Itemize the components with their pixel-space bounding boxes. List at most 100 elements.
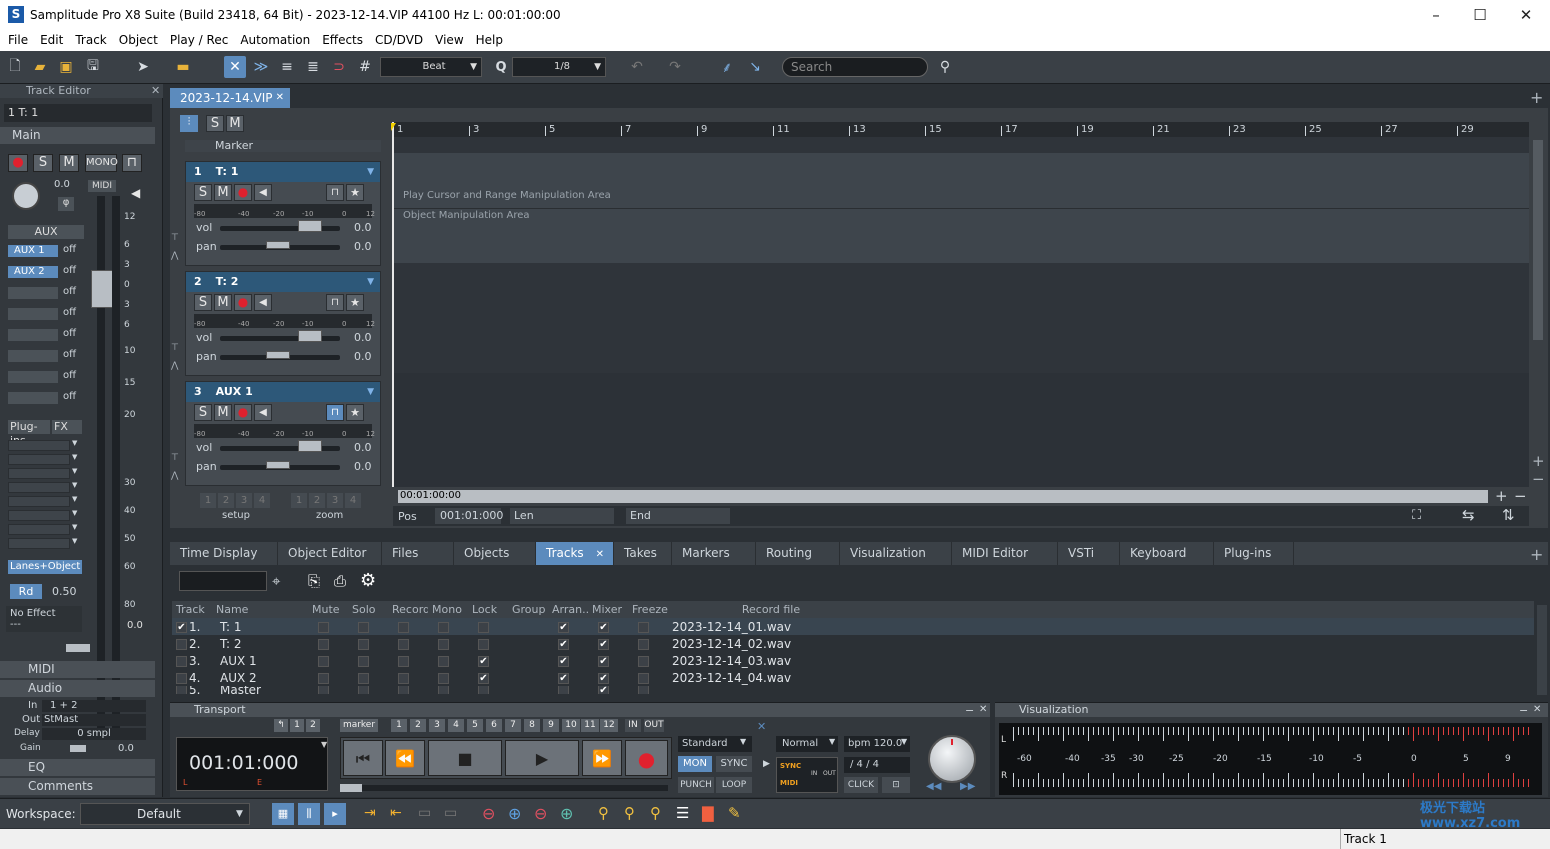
aux-send-slot[interactable] (8, 350, 58, 362)
track-selector[interactable]: 1 T: 1 (4, 104, 152, 122)
solo-button[interactable]: S (194, 184, 212, 201)
tab-files[interactable]: Files (382, 542, 454, 565)
tab-midi-editor[interactable]: MIDI Editor (952, 542, 1058, 565)
add-icon[interactable]: + (1530, 88, 1543, 107)
freeze-checkbox[interactable] (638, 655, 649, 667)
track-select-checkbox[interactable] (176, 686, 187, 694)
menu-automation[interactable]: Automation (234, 30, 316, 51)
lock-checkbox[interactable] (478, 638, 489, 650)
lanes-object-button[interactable]: Lanes+Object (8, 560, 82, 574)
mute-button[interactable]: M (214, 404, 232, 421)
column-header[interactable]: Freeze (628, 603, 668, 616)
table-row[interactable]: 5. Master ✔ (172, 686, 1534, 694)
midi-section-header[interactable]: MIDI (0, 661, 155, 678)
global-mute-button[interactable]: M (226, 115, 244, 132)
menu-object[interactable]: Object (113, 30, 164, 51)
record-checkbox[interactable] (398, 621, 409, 633)
global-solo-button[interactable]: S (206, 115, 224, 132)
table-row[interactable]: ✔ 1. T: 1 ✔ ✔ 2023-12-14_01.wav (172, 618, 1534, 635)
menu-cd-dvd[interactable]: CD/DVD (369, 30, 429, 51)
automation-icon[interactable]: ⊤ (171, 233, 179, 243)
vol-slider-track[interactable] (220, 446, 340, 451)
export-icon[interactable]: ⎙ (334, 572, 346, 590)
marker-4-icon[interactable]: ⊕ (560, 804, 573, 823)
mon-button[interactable]: MON (678, 756, 712, 772)
add-tab-icon[interactable]: + (1530, 545, 1543, 564)
undo-icon[interactable]: ↶ (626, 56, 648, 78)
marker-1-icon[interactable]: ⊖ (482, 804, 495, 823)
record-checkbox[interactable] (398, 672, 409, 684)
mono-checkbox[interactable] (438, 686, 449, 694)
mixer-checkbox[interactable]: ✔ (598, 638, 609, 650)
loop-button[interactable]: LOOP (716, 777, 752, 793)
lock-checkbox[interactable]: ✔ (478, 672, 489, 684)
column-header[interactable]: Mono (428, 603, 468, 616)
close-icon[interactable]: ✕ (596, 549, 604, 560)
marker-number-button[interactable]: 8 (524, 719, 540, 732)
mixer-icon[interactable]: ⫶ (180, 115, 198, 132)
pan-slider-knob[interactable] (266, 461, 290, 469)
star-icon[interactable]: ★ (346, 404, 364, 421)
marker-number-button[interactable]: 9 (543, 719, 559, 732)
swap-horizontal-icon[interactable]: ⇆ (1462, 506, 1475, 524)
return-icon[interactable]: ↰ (274, 719, 288, 732)
track-header-bar[interactable]: 1 T: 1 ▼ (186, 162, 380, 182)
marker-number-button[interactable]: 10 (562, 719, 580, 732)
marker-number-button[interactable]: 11 (581, 719, 599, 732)
import-icon[interactable]: ⎘ (308, 572, 320, 590)
aux-send-state[interactable]: off (63, 265, 76, 276)
vertical-scrollbar[interactable] (1533, 140, 1543, 340)
freeze-checkbox[interactable] (638, 621, 649, 633)
aux-send-state[interactable]: off (63, 349, 76, 360)
track-select-checkbox[interactable] (176, 638, 187, 650)
tab-tracks[interactable]: Tracks ✕ (536, 542, 614, 565)
speaker-icon[interactable]: ◀ (254, 404, 272, 421)
pointer-tool-icon[interactable]: ➤ (132, 56, 154, 78)
tab-markers[interactable]: Markers (672, 542, 756, 565)
column-header[interactable]: Mute (308, 603, 348, 616)
solo-button[interactable]: S (194, 294, 212, 311)
plugin-slot[interactable] (8, 524, 70, 535)
stop-button[interactable]: ■ (428, 740, 502, 776)
close-icon[interactable]: ✕ (979, 704, 987, 715)
column-header[interactable]: Arran... (548, 603, 588, 616)
star-icon[interactable]: ★ (346, 184, 364, 201)
save-icon[interactable]: 🖫 (82, 56, 104, 78)
table-row[interactable]: 3. AUX 1 ✔ ✔ ✔ 2023-12-14_03.wav (172, 652, 1534, 669)
solo-button[interactable]: S (194, 404, 212, 421)
track-header[interactable]: 2 T: 2 ▼ S M ● ◀ ⊓ ★ -80 -40 -20 -10 0 12 vol 0.0 pan 0.0 (185, 271, 381, 376)
lock-icon[interactable]: ⊓ (326, 294, 344, 311)
aux-send-state[interactable]: off (63, 286, 76, 297)
out-marker-button[interactable]: OUT (644, 719, 664, 732)
pen-icon[interactable]: ✎ (728, 804, 741, 822)
aux-send-state[interactable]: off (63, 370, 76, 381)
layout-2-icon[interactable]: ⫼ (298, 803, 320, 825)
record-arm-button[interactable]: ● (234, 404, 252, 421)
universal-mode-icon[interactable]: ✕ (224, 56, 246, 78)
mono-checkbox[interactable] (438, 672, 449, 684)
tempo-tool-icon[interactable]: ⸙ (716, 56, 738, 78)
layout-3-icon[interactable]: ▸ (324, 803, 346, 825)
marker-number-button[interactable]: 12 (600, 719, 618, 732)
column-header[interactable]: Record file (668, 603, 870, 616)
minimize-button[interactable]: – (1416, 4, 1456, 26)
solo-checkbox[interactable] (358, 655, 369, 667)
grid-snap-icon[interactable]: # (354, 56, 376, 78)
close-icon[interactable]: ✕ (757, 720, 766, 733)
h-zoom-in-icon[interactable]: + (1495, 487, 1508, 505)
scrub-tool-icon[interactable]: ↘ (744, 56, 766, 78)
in-marker-button[interactable]: IN (625, 719, 641, 732)
mute-button[interactable]: M (214, 184, 232, 201)
search-icon[interactable]: ⚲ (934, 56, 956, 78)
punch-button[interactable]: PUNCH (678, 777, 714, 793)
track-lane-3[interactable] (393, 373, 1529, 487)
column-header[interactable]: Group (508, 603, 548, 616)
minimize-panel-icon[interactable]: − (1519, 704, 1528, 717)
close-icon[interactable]: ✕ (1533, 704, 1541, 715)
close-button[interactable]: ✕ (1506, 4, 1546, 26)
zoom-preset-button[interactable]: 4 (345, 493, 361, 508)
track-select-checkbox[interactable] (176, 655, 187, 667)
horizontal-slider[interactable] (66, 644, 90, 652)
table-scrollbar[interactable] (1537, 605, 1547, 695)
marker-number-button[interactable]: 4 (448, 719, 464, 732)
